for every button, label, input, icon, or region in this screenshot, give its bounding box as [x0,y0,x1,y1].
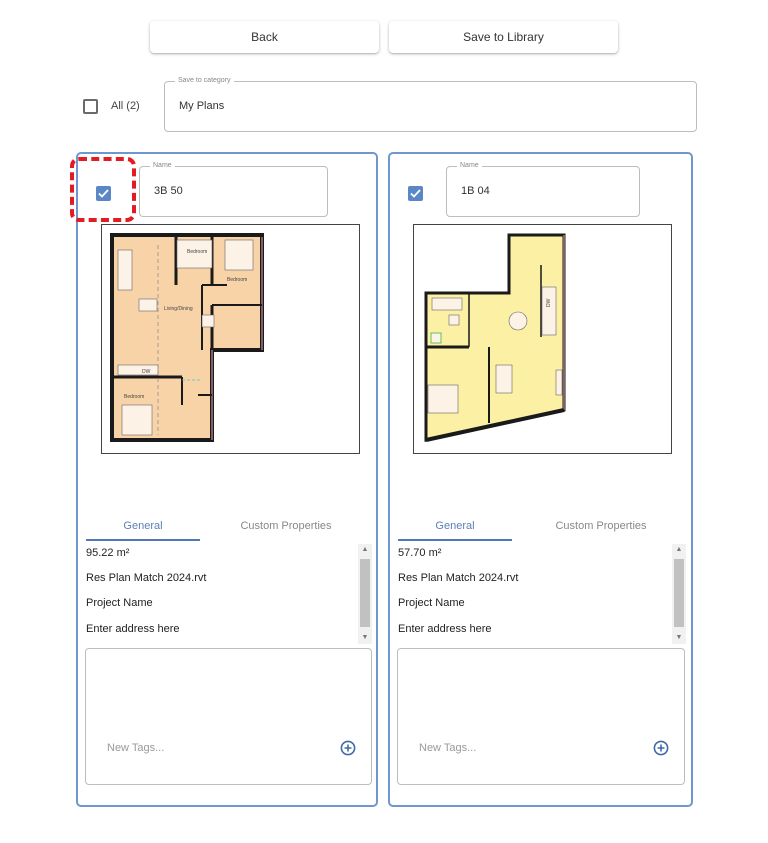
tab-custom-properties[interactable]: Custom Properties [536,512,666,540]
property-area: 95.22 m² [86,547,130,559]
back-button[interactable]: Back [150,21,379,53]
plan-card: Name 3B 50 Bedroom Bedroom Living/Dining… [76,152,378,807]
tags-placeholder: New Tags... [107,742,165,754]
plan-label: Bedroom [187,249,207,255]
tab-custom-properties[interactable]: Custom Properties [221,512,351,540]
save-to-category-value: My Plans [179,100,225,112]
plan-label: DW [142,369,151,375]
check-icon [410,189,421,198]
floor-plan-image: DW [413,224,672,454]
tags-field[interactable]: New Tags... [397,648,685,785]
plan-select-checkbox[interactable] [408,186,423,201]
floor-plan-image: Bedroom Bedroom Living/Dining Bedroom DW [101,224,360,454]
plan-label: DW [546,298,552,307]
select-all-label: All (2) [111,100,140,112]
floor-plan-1-bedroom-icon: DW [424,233,566,442]
plan-card: Name 1B 04 DW General Custom Properties [388,152,693,807]
scroll-down-icon[interactable]: ▼ [358,632,372,644]
plan-name-value: 3B 50 [154,185,183,197]
property-project-name: Project Name [86,597,153,609]
plan-name-field[interactable]: Name 3B 50 [139,161,328,217]
tags-placeholder: New Tags... [419,742,477,754]
property-file: Res Plan Match 2024.rvt [86,572,207,584]
properties-scrollbar[interactable]: ▲ ▼ [672,544,686,644]
property-address: Enter address here [398,623,492,635]
property-project-name: Project Name [398,597,465,609]
active-tab-indicator [398,539,512,541]
plan-label: Bedroom [124,394,144,400]
properties-list: 57.70 m² Res Plan Match 2024.rvt Project… [398,544,686,644]
scroll-up-icon[interactable]: ▲ [672,544,686,556]
scroll-down-icon[interactable]: ▼ [672,632,686,644]
scrollbar-thumb[interactable] [360,559,370,627]
plan-name-value: 1B 04 [461,185,490,197]
property-address: Enter address here [86,623,180,635]
plan-select-checkbox[interactable] [96,186,111,201]
properties-list: 95.22 m² Res Plan Match 2024.rvt Project… [86,544,372,644]
plan-label: Bedroom [227,277,247,283]
property-file: Res Plan Match 2024.rvt [398,572,519,584]
check-icon [98,189,109,198]
scrollbar-thumb[interactable] [674,559,684,627]
plan-name-legend: Name [150,161,175,171]
plan-label: Living/Dining [164,306,193,312]
save-to-category-field[interactable]: Save to category My Plans [164,76,697,132]
property-area: 57.70 m² [398,547,442,559]
plan-name-field[interactable]: Name 1B 04 [446,161,640,217]
add-tag-icon[interactable] [653,740,669,756]
active-tab-indicator [86,539,200,541]
save-to-category-legend: Save to category [175,76,234,86]
select-all-checkbox[interactable] [83,99,98,114]
plan-tabs: General Custom Properties [398,512,684,541]
save-to-library-button[interactable]: Save to Library [389,21,618,53]
tags-field[interactable]: New Tags... [85,648,372,785]
scroll-up-icon[interactable]: ▲ [358,544,372,556]
tab-general[interactable]: General [398,512,512,540]
floor-plan-3-bedroom-icon: Bedroom Bedroom Living/Dining Bedroom DW [110,233,264,442]
add-tag-icon[interactable] [340,740,356,756]
tab-general[interactable]: General [86,512,200,540]
properties-scrollbar[interactable]: ▲ ▼ [358,544,372,644]
plan-name-legend: Name [457,161,482,171]
plan-tabs: General Custom Properties [86,512,372,541]
